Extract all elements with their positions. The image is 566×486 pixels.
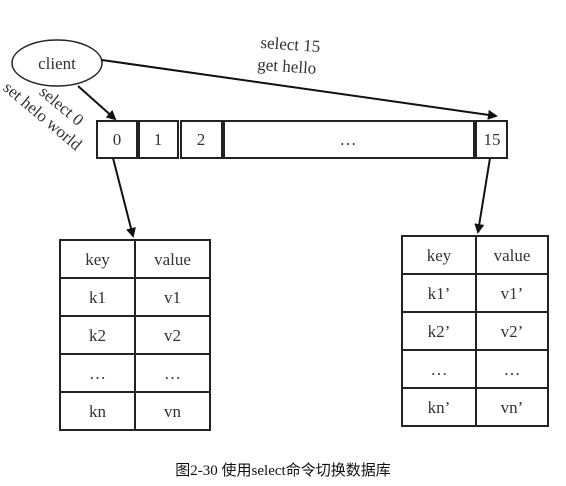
table-cell-text: … bbox=[431, 360, 448, 379]
table-header: key bbox=[85, 250, 110, 269]
table-cell-text: vn’ bbox=[501, 398, 524, 417]
right-command-line-1: select 15 bbox=[260, 33, 321, 56]
table-cell-text: v2 bbox=[164, 326, 181, 345]
table-header: key bbox=[427, 246, 452, 265]
arrow-db0-to-table bbox=[112, 157, 136, 238]
table-cell-text: k2 bbox=[89, 326, 106, 345]
table-header: value bbox=[154, 250, 191, 269]
table-cell-text: … bbox=[89, 364, 106, 383]
left-key-value-table: key value k1 v1 k2 v2 … … kn vn bbox=[59, 239, 211, 431]
database-array: 0 1 2 … 15 bbox=[96, 120, 508, 159]
figure-caption: 图2-30 使用select命令切换数据库 bbox=[175, 461, 390, 479]
table-cell-text: v1’ bbox=[501, 284, 524, 303]
right-command-line-2: get hello bbox=[257, 55, 317, 78]
table-cell-text: vn bbox=[164, 402, 182, 421]
diagram-canvas: client select 15 get hello select 0 set … bbox=[0, 33, 549, 479]
table-cell-text: v2’ bbox=[501, 322, 524, 341]
table-header: value bbox=[494, 246, 531, 265]
db-label-1: 1 bbox=[154, 130, 163, 149]
table-cell-text: kn’ bbox=[428, 398, 451, 417]
table-cell-text: k1’ bbox=[428, 284, 451, 303]
client-label: client bbox=[38, 54, 76, 73]
db-label-2: 2 bbox=[197, 130, 206, 149]
db-label-0: 0 bbox=[113, 130, 122, 149]
table-cell-text: k2’ bbox=[428, 322, 451, 341]
table-cell-text: kn bbox=[89, 402, 107, 421]
table-cell-text: k1 bbox=[89, 288, 106, 307]
db-label-ellipsis: … bbox=[340, 130, 357, 149]
diagram: client select 15 get hello select 0 set … bbox=[0, 0, 566, 486]
right-key-value-table: key value k1’ v1’ k2’ v2’ … … kn’ vn’ bbox=[401, 235, 549, 427]
table-cell-text: … bbox=[504, 360, 521, 379]
db-label-15: 15 bbox=[484, 130, 501, 149]
table-cell-text: v1 bbox=[164, 288, 181, 307]
arrow-db15-to-table bbox=[474, 157, 491, 234]
table-cell-text: … bbox=[164, 364, 181, 383]
